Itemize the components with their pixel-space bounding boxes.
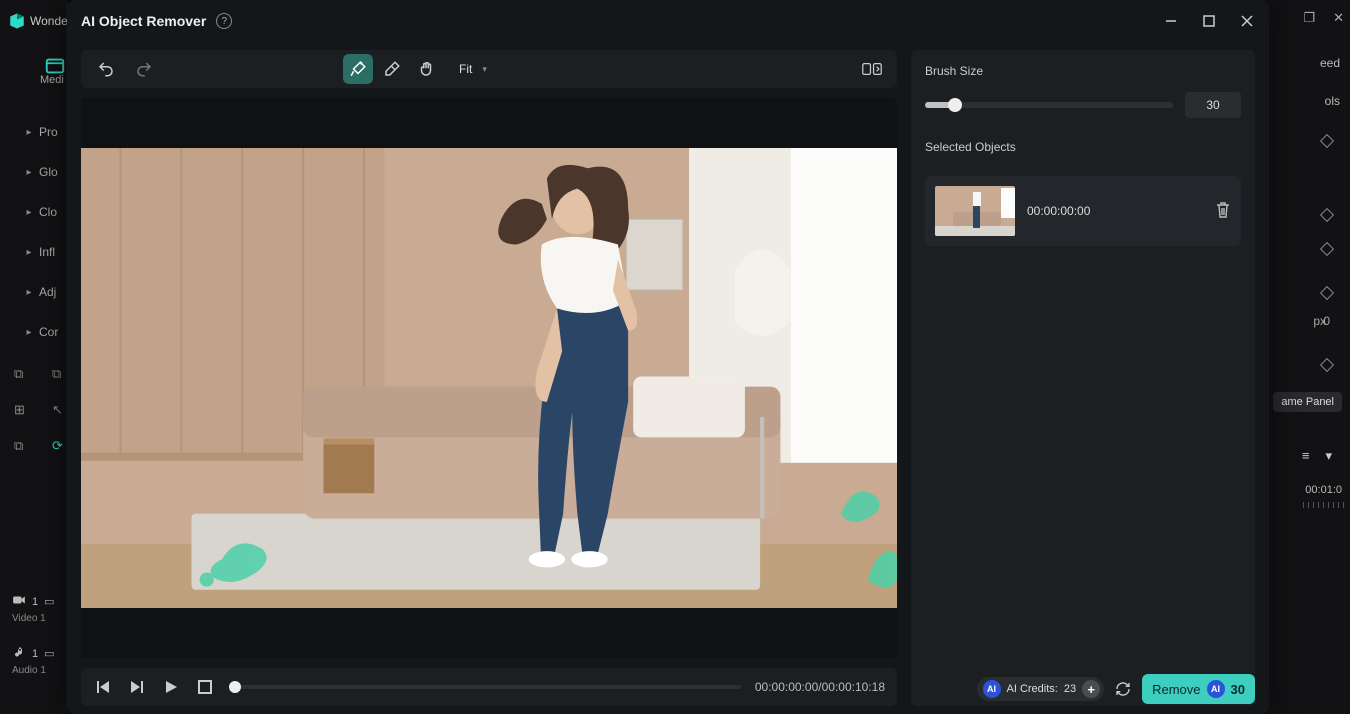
slider-knob[interactable] bbox=[948, 98, 962, 112]
list-icon: ≡ bbox=[1302, 448, 1310, 464]
undo-button[interactable] bbox=[91, 54, 121, 84]
app-logo-icon bbox=[8, 12, 26, 30]
maximize-icon[interactable] bbox=[1201, 13, 1217, 29]
close-icon[interactable]: ✕ bbox=[1333, 10, 1344, 26]
keyframe-icon bbox=[1320, 358, 1334, 372]
preview-column: Fit ▾ bbox=[81, 50, 897, 706]
track-label: Video 1 bbox=[12, 613, 72, 624]
remove-cost: 30 bbox=[1231, 682, 1245, 697]
play-button[interactable] bbox=[161, 677, 181, 697]
chevron-down-icon: ▾ bbox=[482, 64, 487, 75]
stop-button[interactable] bbox=[195, 677, 215, 697]
tree-item: Adj bbox=[39, 285, 56, 299]
ai-object-remover-dialog: AI Object Remover ? bbox=[67, 0, 1269, 714]
delete-object-button[interactable] bbox=[1215, 201, 1231, 222]
pan-tool[interactable] bbox=[411, 54, 441, 84]
playback-bar: 00:00:00:00/00:00:10:18 bbox=[81, 668, 897, 706]
timeline-track-headers: 1 ▭ Video 1 1 ▭ Audio 1 bbox=[12, 594, 72, 698]
progress-bar[interactable] bbox=[229, 685, 741, 689]
tree-item: Pro bbox=[39, 125, 58, 139]
audio-track-header: 1 ▭ bbox=[12, 646, 72, 661]
object-thumbnail bbox=[935, 186, 1015, 236]
timeline-tool-icons: ⧉⧉ ⊞↖ ⧉⟳ bbox=[14, 366, 70, 474]
redo-button[interactable] bbox=[129, 54, 159, 84]
keyframe-icon bbox=[1320, 208, 1334, 222]
prev-frame-button[interactable] bbox=[93, 677, 113, 697]
preview-toolbar: Fit ▾ bbox=[81, 50, 897, 88]
credits-value: 23 bbox=[1064, 683, 1076, 695]
refresh-button[interactable] bbox=[1114, 680, 1132, 698]
timecode-fragment: 00:01:0 bbox=[1305, 484, 1342, 496]
restore-icon[interactable]: ❐ bbox=[1303, 10, 1315, 26]
add-credits-button[interactable]: + bbox=[1082, 680, 1100, 698]
timeline-right-icons: ≡ ▾ bbox=[1302, 448, 1332, 464]
brush-size-slider[interactable] bbox=[925, 102, 1173, 108]
tree-item: Infl bbox=[39, 245, 55, 259]
keyframe-icon bbox=[1320, 286, 1334, 300]
playback-timecode: 00:00:00:00/00:00:10:18 bbox=[755, 680, 885, 694]
zoom-dropdown[interactable]: Fit ▾ bbox=[449, 58, 497, 80]
parent-app-right-panel: ❐ ✕ eed ols 0 px ame Panel ≡ ▾ 00:01:0 bbox=[1260, 0, 1350, 714]
parent-window-controls: ❐ ✕ bbox=[1303, 10, 1344, 26]
keyframe-icon bbox=[1320, 242, 1334, 256]
next-frame-button[interactable] bbox=[127, 677, 147, 697]
brush-size-label: Brush Size bbox=[925, 64, 1241, 78]
brush-size-field[interactable]: 30 bbox=[1185, 92, 1241, 118]
object-timecode: 00:00:00:00 bbox=[1027, 204, 1090, 218]
settings-panel: Brush Size 30 Selected Objects bbox=[911, 50, 1255, 706]
app-name-fragment: Wonder bbox=[30, 14, 72, 28]
chevron-down-icon: ▾ bbox=[1325, 448, 1332, 464]
compare-button[interactable] bbox=[857, 54, 887, 84]
help-icon[interactable]: ? bbox=[216, 13, 232, 29]
dialog-title: AI Object Remover bbox=[81, 13, 206, 29]
selected-object-item[interactable]: 00:00:00:00 bbox=[925, 176, 1241, 246]
selected-objects-label: Selected Objects bbox=[925, 140, 1241, 154]
speed-label-fragment: eed bbox=[1320, 56, 1340, 70]
ai-icon: AI bbox=[983, 680, 1001, 698]
tools-label-fragment: ols bbox=[1325, 94, 1340, 108]
dialog-footer: AI AI Credits: 23 + Remove AI 30 bbox=[977, 674, 1256, 704]
zoom-value: Fit bbox=[459, 62, 472, 76]
lock-icon: ▭ bbox=[44, 647, 54, 660]
ai-credits-badge[interactable]: AI AI Credits: 23 + bbox=[977, 677, 1105, 701]
video-track-header: 1 ▭ bbox=[12, 594, 72, 609]
ai-icon: AI bbox=[1207, 680, 1225, 698]
dialog-titlebar: AI Object Remover ? bbox=[67, 0, 1269, 42]
tree-item: Cor bbox=[39, 325, 58, 339]
track-label: Audio 1 bbox=[12, 665, 72, 676]
media-tab-label: Medi bbox=[40, 74, 64, 86]
tree-item: Glo bbox=[39, 165, 58, 179]
remove-label: Remove bbox=[1152, 682, 1200, 697]
close-icon[interactable] bbox=[1239, 13, 1255, 29]
keyframe-icon bbox=[1320, 134, 1334, 148]
credits-label: AI Credits: bbox=[1007, 683, 1058, 695]
lock-icon: ▭ bbox=[44, 595, 54, 608]
remove-button[interactable]: Remove AI 30 bbox=[1142, 674, 1255, 704]
dialog-window-controls bbox=[1163, 13, 1255, 29]
eraser-tool[interactable] bbox=[377, 54, 407, 84]
video-icon bbox=[12, 594, 26, 609]
preview-canvas[interactable] bbox=[81, 98, 897, 658]
tree-item: Clo bbox=[39, 205, 57, 219]
audio-icon bbox=[12, 646, 26, 661]
progress-knob[interactable] bbox=[229, 681, 241, 693]
panel-button-fragment: ame Panel bbox=[1273, 392, 1342, 412]
minimize-icon[interactable] bbox=[1163, 13, 1179, 29]
brush-add-tool[interactable] bbox=[343, 54, 373, 84]
parent-app-left-sidebar: Wonder Medi ▸Pro ▸Glo ▸Clo ▸Infl ▸Adj ▸C… bbox=[0, 0, 67, 714]
